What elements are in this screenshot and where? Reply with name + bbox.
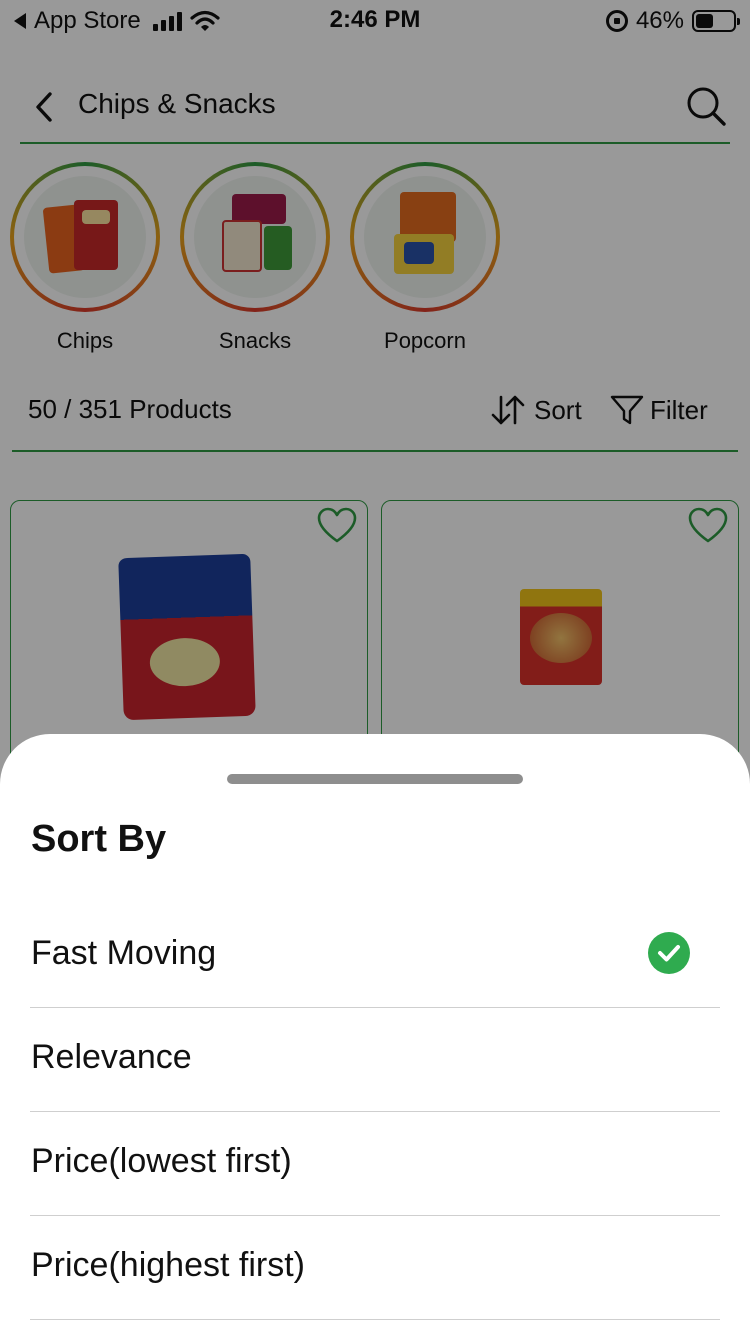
sort-bottom-sheet: Sort By Fast Moving Relevance Price(lowe… [0, 734, 750, 1334]
sort-option-relevance[interactable]: Relevance [30, 1008, 720, 1112]
sort-option-label: Price(highest first) [31, 1246, 305, 1284]
sheet-grabber[interactable] [227, 774, 523, 784]
sort-option-price-low[interactable]: Price(lowest first) [30, 1112, 720, 1216]
sort-option-price-high[interactable]: Price(highest first) [30, 1216, 720, 1320]
sort-option-fast-moving[interactable]: Fast Moving [30, 904, 720, 1008]
sort-option-label: Relevance [31, 1038, 192, 1076]
sort-option-label: Fast Moving [31, 934, 217, 972]
sheet-title: Sort By [31, 818, 167, 860]
sort-option-label: Price(lowest first) [31, 1142, 292, 1180]
checkmark-icon [648, 932, 690, 974]
